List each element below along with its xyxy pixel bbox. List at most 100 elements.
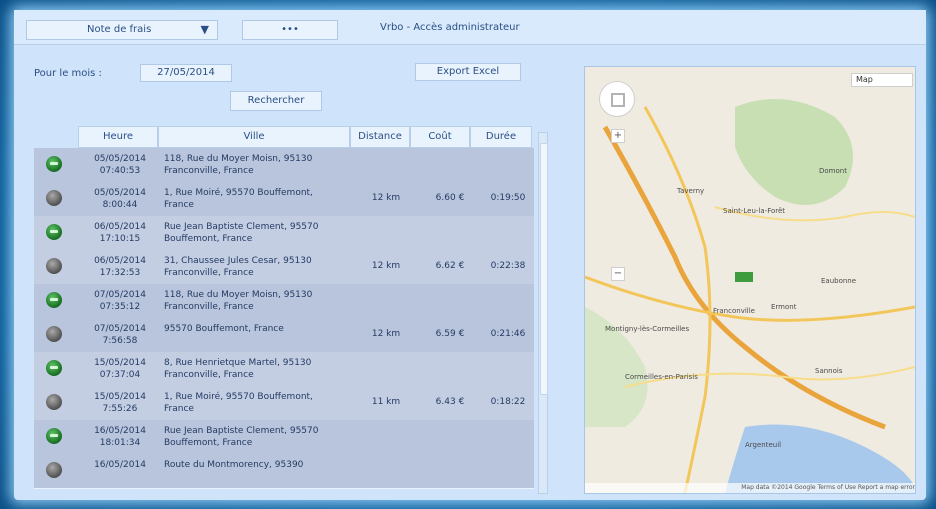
row-duration: 0:21:46 (490, 329, 526, 339)
map-label: Argenteuil (745, 441, 782, 449)
row-street: 1, Rue Moiré, 95570 Bouffemont, (164, 188, 313, 198)
row-date: 15/05/2014 (94, 358, 146, 368)
row-date: 15/05/2014 (94, 392, 146, 402)
trip-start-icon (46, 428, 62, 444)
row-duration: 0:22:38 (490, 261, 526, 271)
row-street: Route du Montmorency, 95390 (164, 460, 304, 470)
table-row[interactable]: 06/05/2014 17:32:53 31, Chaussee Jules Ces… (34, 250, 534, 284)
row-date: 05/05/2014 (94, 154, 146, 164)
column-header-heure[interactable]: Heure (78, 126, 158, 148)
search-button[interactable]: Rechercher (230, 91, 322, 111)
map-label: Domont (819, 167, 847, 175)
row-time: 17:32:53 (99, 268, 141, 278)
row-duration: 0:18:22 (490, 397, 526, 407)
row-address: 118, Rue du Moyer Moisn, 95130 Franconvil… (164, 153, 354, 177)
row-address: 95570 Bouffemont, France (164, 323, 354, 335)
table-row[interactable]: 16/05/2014 18:01:34 Rue Jean Baptiste Clem… (34, 420, 534, 454)
row-address: Route du Montmorency, 95390 (164, 459, 354, 471)
row-cost: 6.62 € (435, 261, 465, 271)
table-row[interactable]: 16/05/2014 Route du Montmorency, 95390 (34, 454, 534, 488)
row-date: 07/05/2014 (94, 290, 146, 300)
row-street: 8, Rue Henrietque Martel, 95130 (164, 358, 312, 368)
row-street: 1, Rue Moiré, 95570 Bouffemont, (164, 392, 313, 402)
row-date: 07/05/2014 (94, 324, 146, 334)
row-time: 18:01:34 (99, 438, 141, 448)
row-datetime: 15/05/2014 07:37:04 (80, 357, 160, 381)
row-duration: 0:19:50 (490, 193, 526, 203)
zoom-in-button[interactable]: + (611, 129, 625, 143)
trip-start-icon (46, 156, 62, 172)
row-date: 05/05/2014 (94, 188, 146, 198)
table-scrollbar[interactable] (538, 132, 548, 494)
row-city: France (164, 200, 194, 210)
row-date: 16/05/2014 (94, 426, 146, 436)
map-label: Montigny-lès-Cormeilles (605, 325, 690, 333)
row-datetime: 16/05/2014 18:01:34 (80, 425, 160, 449)
row-datetime: 05/05/2014 07:40:53 (80, 153, 160, 177)
export-excel-button[interactable]: Export Excel (415, 63, 521, 81)
row-city: France (164, 404, 194, 414)
map-marker-icon[interactable] (735, 272, 753, 282)
row-time: 7:56:58 (102, 336, 138, 346)
row-cost: 6.60 € (435, 193, 465, 203)
trip-stop-icon (46, 190, 62, 206)
row-street: 118, Rue du Moyer Moisn, 95130 (164, 154, 313, 164)
row-city: Franconville, France (164, 370, 254, 380)
row-datetime: 16/05/2014 (80, 459, 160, 471)
row-datetime: 07/05/2014 07:35:12 (80, 289, 160, 313)
row-city: Bouffemont, France (164, 234, 253, 244)
row-date: 06/05/2014 (94, 256, 146, 266)
trip-start-icon (46, 224, 62, 240)
table-row[interactable]: 06/05/2014 17:10:15 Rue Jean Baptiste Clem… (34, 216, 534, 250)
column-header-ville[interactable]: Ville (158, 126, 350, 148)
trip-stop-icon (46, 394, 62, 410)
table-row[interactable]: 15/05/2014 7:55:26 1, Rue Moiré, 95570 Bou… (34, 386, 534, 420)
pan-control-icon[interactable] (599, 81, 635, 117)
row-datetime: 05/05/2014 8:00:44 (80, 187, 160, 211)
table-row[interactable]: 07/05/2014 7:56:58 95570 Bouffemont, Franc… (34, 318, 534, 352)
row-distance: 12 km (371, 193, 401, 203)
map-view[interactable]: Map + − Taverny Saint-Leu-la-Forêt Franc… (584, 66, 916, 494)
row-street: 118, Rue du Moyer Moisn, 95130 (164, 290, 313, 300)
map-canvas (585, 67, 915, 493)
trip-stop-icon (46, 326, 62, 342)
more-options-button[interactable]: ••• (242, 20, 338, 40)
map-label: Ermont (771, 303, 797, 311)
month-date-field[interactable]: 27/05/2014 (140, 64, 232, 82)
zoom-out-button[interactable]: − (611, 267, 625, 281)
report-type-label: Note de frais (87, 24, 152, 35)
row-address: Rue Jean Baptiste Clement, 95570 Bouffemo… (164, 425, 354, 449)
row-datetime: 06/05/2014 17:32:53 (80, 255, 160, 279)
column-header-duree[interactable]: Durée (470, 126, 532, 148)
row-address: 1, Rue Moiré, 95570 Bouffemont, France (164, 187, 354, 211)
page-title: Vrbo - Accès administrateur (380, 22, 520, 33)
column-header-distance[interactable]: Distance (350, 126, 410, 148)
map-label: Sannois (815, 367, 843, 375)
row-time: 07:35:12 (99, 302, 141, 312)
row-time: 07:37:04 (99, 370, 141, 380)
row-distance: 11 km (371, 397, 401, 407)
row-city: Franconville, France (164, 302, 254, 312)
table-row[interactable]: 05/05/2014 07:40:53 118, Rue du Moyer Mois… (34, 148, 534, 182)
table-row[interactable]: 15/05/2014 07:37:04 8, Rue Henrietque Mart… (34, 352, 534, 386)
trip-stop-icon (46, 462, 62, 478)
row-distance: 12 km (371, 261, 401, 271)
scrollbar-thumb[interactable] (540, 143, 548, 395)
table-row[interactable]: 07/05/2014 07:35:12 118, Rue du Moyer Mois… (34, 284, 534, 318)
map-label: Cormeilles-en-Parisis (625, 373, 698, 381)
table-row[interactable]: 05/05/2014 8:00:44 1, Rue Moiré, 95570 Bou… (34, 182, 534, 216)
row-time: 07:40:53 (99, 166, 141, 176)
row-street: 31, Chaussee Jules Cesar, 95130 (164, 256, 312, 266)
month-label: Pour le mois : (34, 68, 102, 79)
table-header: Heure Ville Distance Coût Durée (34, 124, 548, 148)
row-date: 16/05/2014 (94, 460, 146, 470)
column-header-cout[interactable]: Coût (410, 126, 470, 148)
row-datetime: 15/05/2014 7:55:26 (80, 391, 160, 415)
map-type-select[interactable]: Map (851, 73, 913, 87)
row-street: Rue Jean Baptiste Clement, 95570 (164, 426, 319, 436)
report-type-select[interactable]: Note de frais ▼ (26, 20, 218, 40)
row-city: Bouffemont, France (164, 438, 253, 448)
chevron-down-icon: ▼ (200, 23, 209, 36)
app-window: Note de frais ▼ ••• Vrbo - Accès adminis… (14, 10, 926, 500)
trips-table: Heure Ville Distance Coût Durée 05/05/20… (34, 124, 548, 494)
